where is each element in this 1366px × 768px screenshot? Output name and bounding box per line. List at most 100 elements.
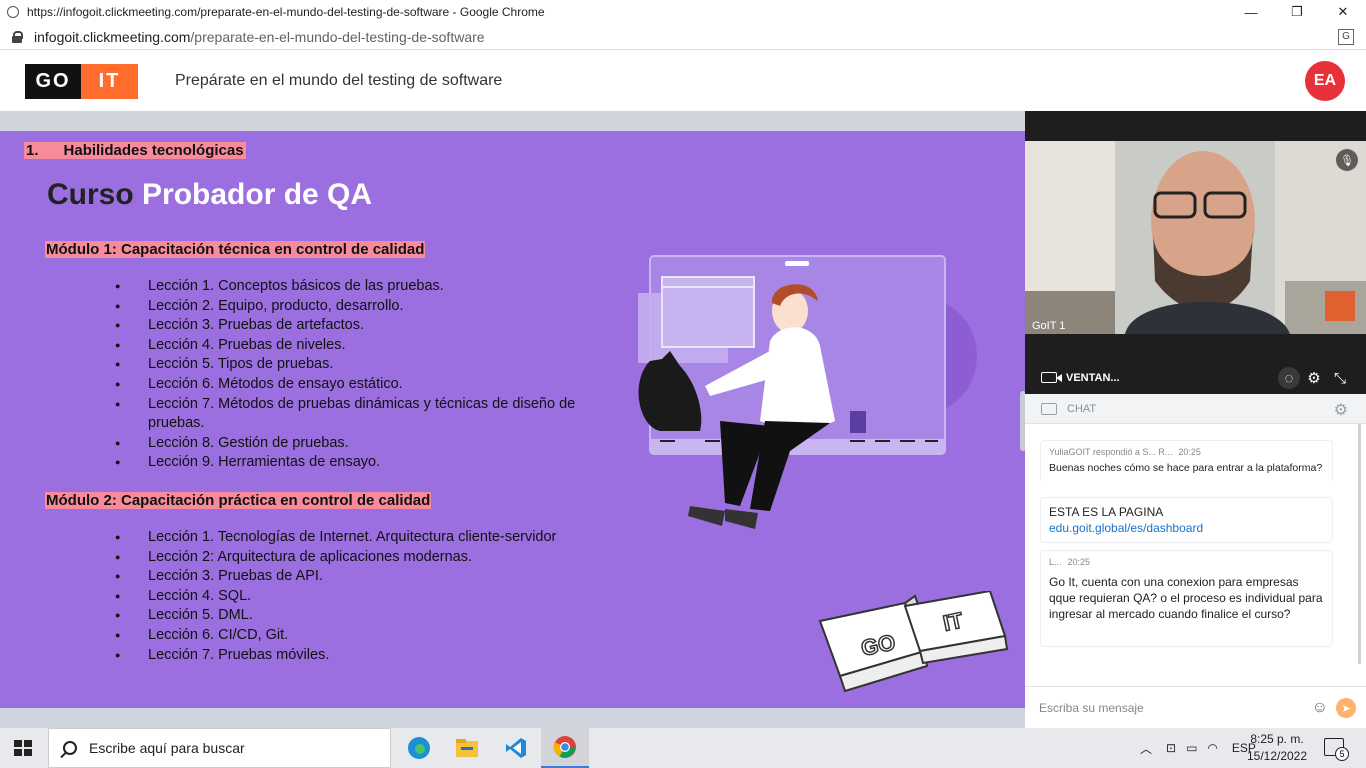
app-tray-icon[interactable]: ⊡ [1166, 741, 1176, 755]
list-item: Lección 8. Gestión de pruebas. [115, 434, 620, 454]
goit-cubes-graphic: GO IT [818, 591, 1009, 693]
video-header [1025, 111, 1366, 141]
window-controls: — ❐ ✕ [1228, 0, 1366, 24]
app-header: GO IT Prepárate en el mundo del testing … [0, 51, 1366, 111]
chat-message: L... 20:25 Go It, cuenta con una conexion… [1040, 550, 1333, 647]
video-toolbar: VENTAN... ◌ ⚙ ⤡ [1025, 334, 1366, 394]
clock-time: 8:25 p. m. [1250, 732, 1304, 746]
list-item: Lección 4. SQL. [115, 587, 635, 607]
taskbar-clock[interactable]: 8:25 p. m. 15/12/2022 [1244, 731, 1310, 765]
message-body: Go It, cuenta con una conexion para empr… [1049, 575, 1323, 621]
chrome-icon[interactable] [541, 728, 589, 768]
microphone-icon[interactable]: 🎙 [1336, 149, 1358, 171]
minimize-button[interactable]: — [1228, 0, 1274, 24]
presentation-slide: 1. Habilidades tecnológicas Curso Probad… [0, 131, 1025, 708]
list-item: Lección 6. Métodos de ensayo estático. [115, 375, 620, 395]
list-item: Lección 7. Métodos de pruebas dinámicas … [115, 395, 620, 434]
chat-bubble-icon[interactable]: ◌ [1278, 367, 1300, 389]
list-item: Lección 1. Tecnologías de Internet. Arqu… [115, 528, 635, 548]
list-item: Lección 1. Conceptos básicos de las prue… [115, 277, 620, 297]
list-item: Lección 4. Pruebas de niveles. [115, 336, 620, 356]
page-favicon-icon [7, 6, 19, 18]
tester-illustration [638, 255, 977, 529]
webinar-title: Prepárate en el mundo del testing de sof… [175, 72, 503, 89]
browser-title-bar: https://infogoit.clickmeeting.com/prepar… [0, 0, 1366, 24]
chat-messages[interactable]: YuliaGOIT respondió a S... R... 20:25 Bue… [1025, 424, 1366, 686]
window-title: https://infogoit.clickmeeting.com/prepar… [27, 5, 545, 19]
list-item: Lección 5. DML. [115, 606, 635, 626]
system-tray: ︿ ⊡ ▭ ◠ ESP [1140, 728, 1256, 768]
wifi-icon[interactable]: ◠ [1207, 741, 1217, 755]
list-item: Lección 3. Pruebas de API. [115, 567, 635, 587]
chat-scrollbar[interactable] [1358, 424, 1361, 664]
module2-title: Módulo 2: Capacitación práctica en contr… [45, 492, 432, 509]
url-host[interactable]: infogoit.clickmeeting.com [34, 29, 190, 45]
close-button[interactable]: ✕ [1320, 0, 1366, 24]
translate-icon[interactable]: G [1338, 29, 1354, 45]
send-icon[interactable]: ➤ [1336, 698, 1356, 718]
message-author: L... [1049, 557, 1062, 567]
message-time: 20:25 [1067, 557, 1091, 567]
user-avatar[interactable]: EA [1305, 61, 1345, 101]
logo-go: GO [25, 63, 81, 99]
module2-lessons: Lección 1. Tecnologías de Internet. Arqu… [115, 528, 635, 665]
notification-count: 5 [1335, 747, 1349, 761]
file-explorer-icon[interactable] [443, 728, 491, 768]
chat-header: CHAT ⚙ [1025, 394, 1366, 424]
side-panel: GoIT 1 🎙 VENTAN... ◌ ⚙ ⤡ CHAT ⚙ YuliaGOI… [1025, 111, 1366, 728]
list-item: Lección 5. Tipos de pruebas. [115, 355, 620, 375]
logo-it: IT [81, 63, 138, 99]
message-meta: YuliaGOIT respondió a S... R... 20:25 [1049, 447, 1324, 457]
message-author: YuliaGOIT respondió a S... R... [1049, 447, 1173, 457]
url-path[interactable]: /preparate-en-el-mundo-del-testing-de-so… [190, 29, 484, 45]
emoji-icon[interactable]: ☺ [1312, 699, 1328, 717]
section-heading: 1. Habilidades tecnológicas [24, 142, 246, 159]
chat-composer: ☺ ➤ [1025, 686, 1366, 728]
chat-message: YuliaGOIT respondió a S... R... 20:25 Bue… [1040, 440, 1333, 481]
address-bar[interactable]: infogoit.clickmeeting.com/preparate-en-e… [0, 24, 1366, 50]
list-item: Lección 7. Pruebas móviles. [115, 646, 635, 666]
taskbar-search[interactable] [48, 728, 391, 768]
chat-settings-icon[interactable]: ⚙ [1334, 400, 1348, 420]
presentation-stage: 1. Habilidades tecnológicas Curso Probad… [0, 111, 1026, 728]
chat-input[interactable] [1039, 700, 1289, 715]
minimize-video-icon[interactable]: ⤡ [1331, 369, 1349, 387]
quoted-message: Buenas noches cómo se hace para entrar a… [1049, 462, 1323, 474]
chat-icon [1041, 402, 1057, 415]
vscode-icon[interactable] [492, 728, 540, 768]
show-hidden-icons-icon[interactable]: ︿ [1140, 740, 1152, 757]
edge-icon[interactable] [395, 728, 443, 768]
presenter-video-image [1025, 141, 1366, 334]
settings-gear-icon[interactable]: ⚙ [1305, 369, 1323, 387]
camera-icon[interactable] [1041, 372, 1062, 383]
list-item: Lección 3. Pruebas de artefactos. [115, 316, 620, 336]
goit-logo[interactable]: GO IT [25, 63, 138, 99]
notification-icon[interactable]: 5 [1324, 738, 1349, 761]
lock-icon[interactable] [12, 30, 23, 43]
clock-date: 15/12/2022 [1246, 749, 1308, 763]
chat-title: CHAT [1067, 402, 1097, 415]
list-item: Lección 2. Equipo, producto, desarrollo. [115, 297, 620, 317]
list-item: Lección 9. Herramientas de ensayo. [115, 453, 620, 473]
message-link[interactable]: edu.goit.global/es/dashboard [1049, 520, 1324, 536]
windows-taskbar: ︿ ⊡ ▭ ◠ ESP 8:25 p. m. 15/12/2022 5 [0, 728, 1366, 768]
message-body: ESTA ES LA PAGINA [1049, 505, 1164, 519]
battery-icon[interactable]: ▭ [1186, 741, 1197, 755]
message-time: 20:25 [1178, 447, 1201, 457]
restore-button[interactable]: ❐ [1274, 0, 1320, 24]
participant-label: GoIT 1 [1032, 320, 1066, 332]
module1-title: Módulo 1: Capacitación técnica en contro… [45, 241, 426, 258]
list-item: Lección 2: Arquitectura de aplicaciones … [115, 548, 635, 568]
taskbar-search-input[interactable] [89, 740, 369, 756]
slide-title-part2: Probador de QA [142, 178, 373, 211]
slide-title-part1: Curso [47, 178, 134, 211]
video-feed[interactable]: GoIT 1 🎙 [1025, 141, 1366, 334]
module1-lessons: Lección 1. Conceptos básicos de las prue… [115, 277, 620, 473]
window-label[interactable]: VENTAN... [1066, 372, 1120, 384]
search-icon [63, 741, 77, 755]
message-meta: L... 20:25 [1049, 557, 1324, 567]
list-item: Lección 6. CI/CD, Git. [115, 626, 635, 646]
windows-start-icon[interactable] [14, 740, 32, 756]
chat-message-reply: ESTA ES LA PAGINA edu.goit.global/es/das… [1040, 497, 1333, 543]
slide-title: Curso Probador de QA [47, 178, 372, 212]
